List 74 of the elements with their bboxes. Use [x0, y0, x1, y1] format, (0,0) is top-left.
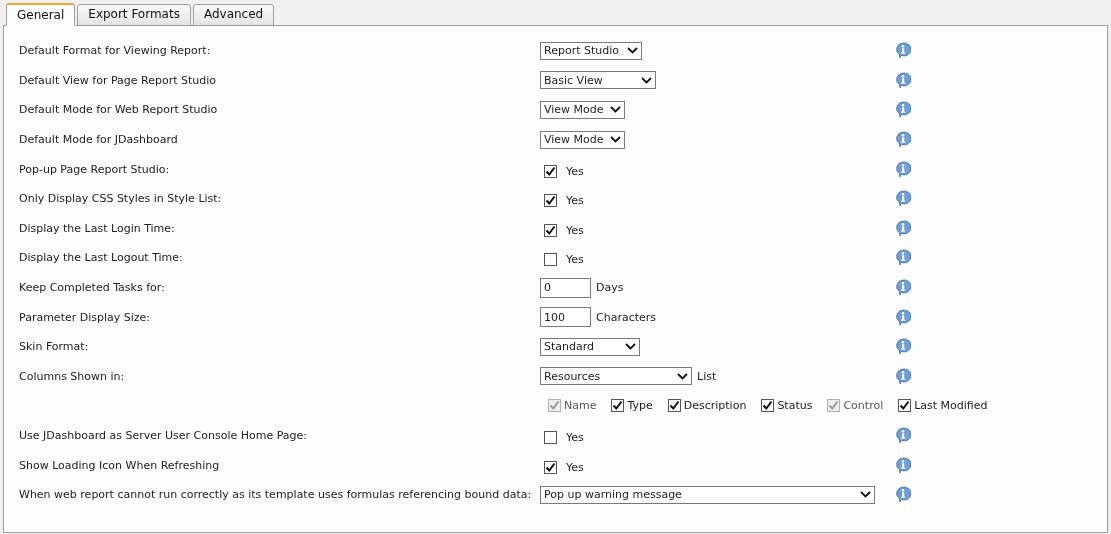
checkbox[interactable]: [667, 399, 681, 413]
unit-label: List: [697, 369, 717, 383]
setting-label: Default Mode for JDashboard: [19, 133, 179, 147]
info-icon[interactable]: [895, 101, 911, 119]
checkbox[interactable]: [544, 431, 557, 444]
setting-label: Parameter Display Size:: [19, 310, 152, 324]
setting-label: When web report cannot run correctly as its template uses formulas referencing bound data:: [19, 488, 533, 502]
info-icon[interactable]: [895, 456, 911, 474]
chevron-down-icon: [610, 106, 621, 114]
info-icon[interactable]: [895, 190, 911, 208]
setting-label: Skin Format:: [19, 340, 90, 354]
setting-label: Use JDashboard as Server User Console Home Page:: [19, 429, 309, 442]
info-icon[interactable]: [895, 131, 911, 149]
checkbox-label: Description: [683, 399, 747, 413]
setting-label: Default View for Page Report Studio: [19, 73, 218, 87]
info-icon[interactable]: [895, 279, 911, 297]
chevron-down-icon: [627, 47, 638, 55]
checkbox-label: Yes: [566, 460, 584, 474]
setting-label: Default Mode for Web Report Studio: [19, 103, 219, 117]
setting-label: Only Display CSS Styles in Style List:: [19, 192, 223, 206]
dropdown[interactable]: View Mode: [540, 101, 625, 119]
info-icon[interactable]: [895, 71, 911, 89]
checkbox[interactable]: [611, 399, 625, 413]
checkbox[interactable]: [544, 223, 557, 237]
tab[interactable]: Advanced: [192, 4, 275, 26]
dropdown[interactable]: Report Studio: [540, 41, 642, 60]
checkbox-label: Yes: [566, 253, 584, 267]
chevron-down-icon: [641, 76, 652, 84]
info-icon[interactable]: [895, 486, 911, 504]
info-icon[interactable]: [895, 427, 911, 444]
tab[interactable]: General: [6, 3, 76, 26]
info-icon[interactable]: [895, 367, 911, 385]
checkbox-label: Type: [627, 399, 653, 413]
checkbox[interactable]: [761, 399, 775, 413]
setting-label: Pop-up Page Report Studio:: [19, 162, 171, 176]
info-icon[interactable]: [895, 160, 911, 178]
info-icon[interactable]: [895, 219, 911, 237]
info-icon[interactable]: [895, 42, 911, 60]
checkbox-label: Status: [777, 399, 813, 413]
info-icon[interactable]: [895, 249, 911, 267]
checkbox-label: Yes: [566, 194, 584, 208]
chevron-down-icon: [677, 372, 688, 380]
setting-label: Show Loading Icon When Refreshing: [19, 458, 221, 472]
checkbox-label: Control: [843, 399, 884, 413]
chevron-down-icon: [610, 136, 621, 144]
checkbox[interactable]: [898, 399, 912, 413]
chevron-down-icon: [860, 491, 871, 499]
setting-label: Default Format for Viewing Report:: [19, 44, 212, 58]
checkbox[interactable]: [544, 194, 557, 208]
number-field[interactable]: 0: [540, 277, 591, 298]
checkbox[interactable]: [544, 460, 557, 474]
dropdown[interactable]: Basic View: [540, 71, 656, 90]
checkbox-label: Yes: [566, 164, 584, 178]
checkbox-label: Last Modified: [914, 399, 988, 413]
checkbox[interactable]: [544, 164, 557, 178]
checkbox-label: Name: [564, 399, 597, 413]
setting-label: Display the Last Logout Time:: [19, 251, 184, 265]
dropdown[interactable]: Resources: [540, 367, 692, 386]
checkbox-label: Yes: [566, 431, 584, 444]
setting-label: Keep Completed Tasks for:: [19, 281, 166, 295]
checkbox[interactable]: [544, 253, 557, 267]
setting-label: Display the Last Login Time:: [19, 221, 176, 235]
dropdown[interactable]: Standard: [540, 337, 640, 356]
setting-label: Columns Shown in:: [19, 369, 126, 383]
tab[interactable]: Export Formats: [77, 4, 191, 26]
unit-label: Characters: [596, 310, 657, 324]
info-icon[interactable]: [895, 308, 911, 326]
unit-label: Days: [596, 281, 624, 295]
checkbox-label: Yes: [566, 223, 584, 237]
dropdown[interactable]: Pop up warning message: [540, 485, 875, 504]
info-icon[interactable]: [895, 338, 911, 356]
dropdown[interactable]: View Mode: [540, 130, 625, 149]
number-field[interactable]: 100: [540, 307, 591, 328]
chevron-down-icon: [625, 343, 636, 351]
